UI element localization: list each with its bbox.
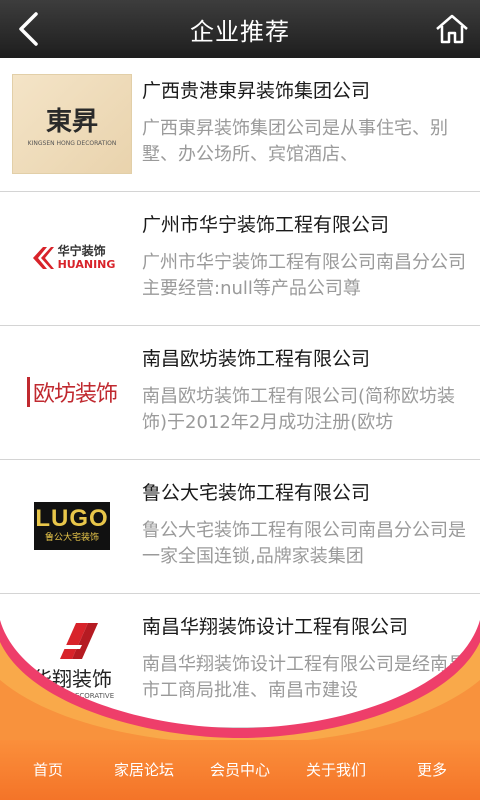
company-logo: 华宁装饰 HUANING [10,206,134,310]
company-list: 東昇 KINGSEN HONG DECORATION 广西贵港東昇装饰集团公司 … [0,58,480,728]
back-button[interactable] [6,6,52,52]
huaxiang-wing-icon [60,623,98,659]
logo-text: LUGO [35,505,109,532]
company-description: 南昌欧坊装饰工程有限公司(简称欧坊装饰)于2012年2月成功注册(欧坊 [142,386,456,433]
logo-text: 华翔装饰 [32,667,112,691]
nav-home[interactable]: 首页 [0,740,96,800]
company-description: 广州市华宁装饰工程有限公司南昌分公司主要经营:null等产品公司尊 [142,252,466,299]
company-name: 广西贵港東昇装饰集团公司 [142,80,371,102]
company-logo: 東昇 KINGSEN HONG DECORATION [12,74,132,174]
list-item[interactable]: 华翔装饰 HUAXIANG DECORATIVE 南昌华翔装饰设计工程有限公司 … [0,594,480,728]
logo-subtext: 鲁公大宅装饰 [44,533,99,543]
chevron-left-icon [19,12,38,46]
home-button[interactable] [432,9,472,49]
list-item[interactable]: 欧坊装饰 南昌欧坊装饰工程有限公司 南昌欧坊装饰工程有限公司(简称欧坊装饰)于2… [0,326,480,460]
nav-member-center[interactable]: 会员中心 [192,740,288,800]
nav-forum[interactable]: 家居论坛 [96,740,192,800]
logo-text: 東昇 [45,107,98,137]
company-logo: 欧坊装饰 [10,340,134,444]
page-title: 企业推荐 [190,17,290,46]
company-name: 南昌欧坊装饰工程有限公司 [142,348,371,370]
logo-subtext: HUAXIANG DECORATIVE [29,692,115,700]
company-description: 广西東昇装饰集团公司是从事住宅、别墅、办公场所、宾馆酒店、 [142,118,448,165]
logo-subtext: KINGSEN HONG DECORATION [27,140,117,147]
company-description: 鲁公大宅装饰工程有限公司南昌分公司是一家全国连锁,品牌家装集团 [142,520,466,567]
company-logo: LUGO 鲁公大宅装饰 [10,474,134,578]
bottom-navigation: 首页 家居论坛 会员中心 关于我们 更多 [0,740,480,800]
company-logo: 华翔装饰 HUAXIANG DECORATIVE [10,608,134,712]
logo-text: 华宁装饰 [57,244,106,258]
company-name: 鲁公大宅装饰工程有限公司 [142,482,371,504]
list-item[interactable]: 华宁装饰 HUANING 广州市华宁装饰工程有限公司 广州市华宁装饰工程有限公司… [0,192,480,326]
company-name: 南昌华翔装饰设计工程有限公司 [142,616,409,638]
nav-about-us[interactable]: 关于我们 [288,740,384,800]
logo-text: 欧坊装饰 [32,382,118,407]
top-bar: 企业推荐 [0,0,480,58]
logo-subtext: HUANING [57,258,116,271]
company-description: 南昌华翔装饰设计工程有限公司是经南昌市工商局批准、南昌市建设 [142,654,466,701]
list-item[interactable]: 東昇 KINGSEN HONG DECORATION 广西贵港東昇装饰集团公司 … [0,58,480,192]
huaning-mark-icon [32,247,54,269]
list-item[interactable]: LUGO 鲁公大宅装饰 鲁公大宅装饰工程有限公司 鲁公大宅装饰工程有限公司南昌分… [0,460,480,594]
home-icon [436,14,468,44]
nav-more[interactable]: 更多 [384,740,480,800]
company-name: 广州市华宁装饰工程有限公司 [142,214,390,236]
